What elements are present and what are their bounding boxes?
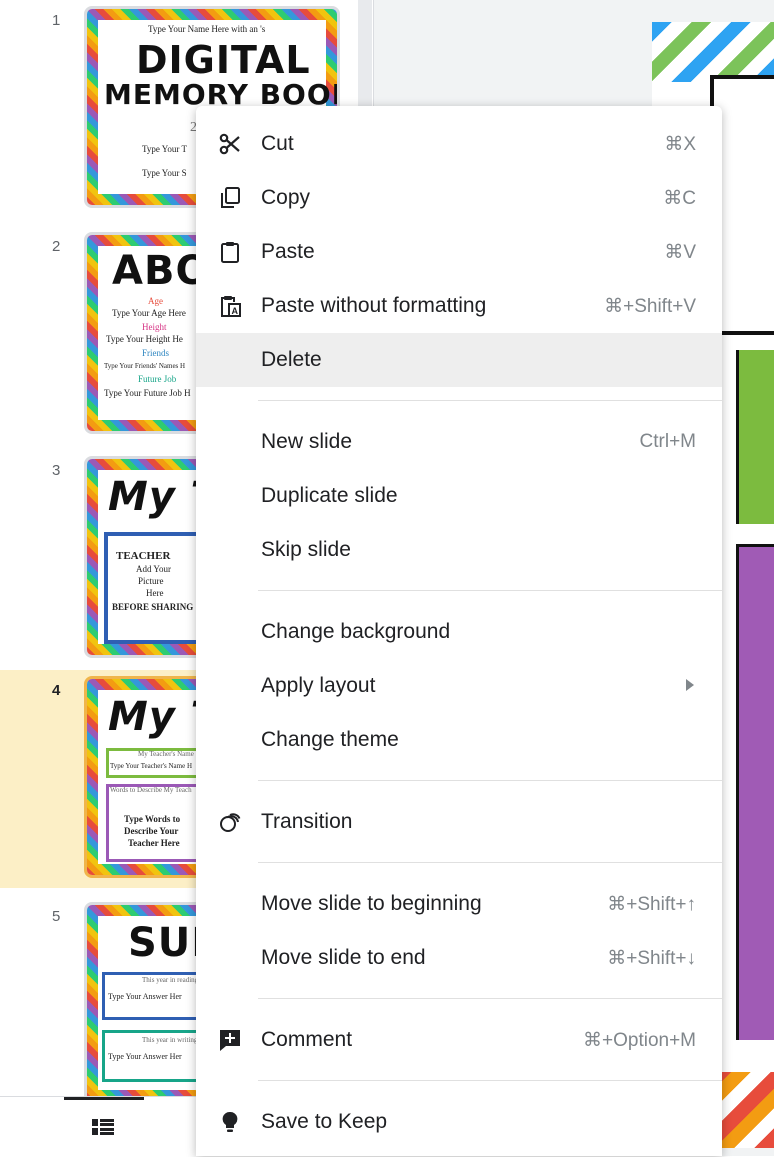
paste-plain-icon: A: [221, 296, 241, 317]
menu-separator: [258, 998, 722, 999]
thumb-text: Teacher Here: [128, 838, 180, 848]
menu-item-paste[interactable]: Paste ⌘V: [196, 225, 722, 279]
thumb-text: Height: [142, 322, 167, 332]
thumb-text: Type Your Teacher's Name H: [110, 762, 192, 770]
menu-item-copy[interactable]: Copy ⌘C: [196, 171, 722, 225]
grid-view-icon[interactable]: [92, 1119, 114, 1135]
lightbulb-icon: [222, 1111, 238, 1132]
thumb-text: Add Your: [136, 564, 172, 574]
thumb-text: TEACHER: [116, 550, 171, 562]
thumb-heading: DIGITAL: [136, 38, 311, 82]
menu-shortcut: ⌘X: [664, 134, 696, 155]
thumb-text: Words to Describe My Teach: [110, 786, 192, 794]
thumb-text: Type Your T: [142, 144, 187, 154]
menu-label: Copy: [261, 186, 311, 209]
thumb-text: BEFORE SHARING: [112, 602, 194, 612]
menu-label: Cut: [261, 132, 294, 155]
scissors-icon: [219, 133, 240, 155]
menu-item-move-slide-to-end[interactable]: Move slide to end ⌘+Shift+↓: [196, 931, 722, 985]
menu-label: Delete: [261, 348, 322, 371]
context-menu: Cut ⌘X Copy ⌘C Paste ⌘V A Paste without …: [196, 106, 722, 1156]
menu-item-skip-slide[interactable]: Skip slide: [196, 523, 722, 577]
slide-number: 1: [52, 12, 61, 29]
thumb-text: This year in writing: [142, 1036, 198, 1044]
menu-label: New slide: [261, 430, 353, 453]
add-comment-icon: [220, 1030, 240, 1051]
thumb-text: Future Job: [138, 374, 177, 384]
menu-label: Move slide to end: [261, 946, 426, 969]
menu-shortcut: ⌘C: [663, 188, 696, 209]
menu-item-paste-without-formatting[interactable]: A Paste without formatting ⌘+Shift+V: [196, 279, 722, 333]
clipboard-icon: [221, 242, 239, 263]
thumb-text: Type Your Answer Her: [108, 1052, 182, 1061]
menu-separator: [258, 400, 722, 401]
menu-label: Move slide to beginning: [261, 892, 482, 915]
slide-number: 5: [52, 908, 61, 925]
menu-item-change-background[interactable]: Change background: [196, 605, 722, 659]
menu-separator: [258, 862, 722, 863]
menu-label: Save to Keep: [261, 1110, 388, 1133]
menu-item-delete[interactable]: Delete: [196, 333, 722, 387]
menu-label: Paste without formatting: [261, 294, 487, 317]
menu-item-change-theme[interactable]: Change theme: [196, 713, 722, 767]
menu-label: Comment: [261, 1028, 353, 1051]
thumb-text: Type Words to: [124, 814, 181, 824]
menu-shortcut: ⌘+Shift+↑: [607, 894, 696, 915]
slide-number: 3: [52, 462, 61, 479]
thumb-text: Type Your Name Here with an 's: [148, 24, 266, 34]
canvas-purple-box: [736, 544, 774, 1040]
copy-icon: [221, 187, 240, 208]
menu-label: Change background: [261, 620, 451, 643]
menu-label: Transition: [261, 810, 353, 833]
menu-item-cut[interactable]: Cut ⌘X: [196, 117, 722, 171]
menu-item-save-to-keep[interactable]: Save to Keep: [196, 1095, 722, 1149]
thumb-text: This year in reading: [142, 976, 199, 984]
thumb-text: Type Your Height He: [106, 334, 183, 344]
menu-label: Duplicate slide: [261, 484, 398, 507]
thumb-text: Type Your S: [142, 168, 187, 178]
menu-item-move-slide-to-beginning[interactable]: Move slide to beginning ⌘+Shift+↑: [196, 877, 722, 931]
submenu-arrow-icon: [686, 679, 694, 691]
thumb-text: Type Your Future Job H: [104, 388, 191, 398]
menu-item-apply-layout[interactable]: Apply layout: [196, 659, 722, 713]
menu-item-comment[interactable]: Comment ⌘+Option+M: [196, 1013, 722, 1067]
thumb-text: Type Your Age Here: [112, 308, 186, 318]
transition-icon: [220, 813, 241, 832]
svg-text:A: A: [232, 306, 239, 316]
grid-view-indicator: [64, 1097, 144, 1100]
menu-label: Change theme: [261, 728, 399, 751]
menu-separator: [258, 590, 722, 591]
thumb-text: Here: [146, 588, 164, 598]
slide-number: 4: [52, 682, 61, 699]
menu-shortcut: ⌘+Option+M: [583, 1030, 696, 1051]
menu-item-transition[interactable]: Transition: [196, 795, 722, 849]
thumb-text: Friends: [142, 348, 169, 358]
thumb-text: Picture: [138, 576, 164, 586]
menu-shortcut: ⌘V: [664, 242, 696, 263]
menu-separator: [258, 780, 722, 781]
menu-item-duplicate-slide[interactable]: Duplicate slide: [196, 469, 722, 523]
thumb-text: Type Your Friends' Names H: [104, 362, 186, 370]
thumb-text: Age: [148, 296, 163, 306]
menu-separator: [258, 1080, 722, 1081]
menu-shortcut: ⌘+Shift+↓: [607, 948, 696, 969]
canvas-green-box: [736, 350, 774, 524]
menu-label: Skip slide: [261, 538, 351, 561]
thumb-text: Describe Your: [124, 826, 179, 836]
menu-shortcut: Ctrl+M: [639, 431, 696, 452]
thumb-text: Type Your Answer Her: [108, 992, 182, 1001]
thumb-text: My Teacher's Name: [138, 750, 194, 758]
slide-number: 2: [52, 238, 61, 255]
menu-label: Paste: [261, 240, 315, 263]
menu-label: Apply layout: [261, 674, 376, 697]
menu-shortcut: ⌘+Shift+V: [604, 296, 696, 317]
menu-item-new-slide[interactable]: New slide Ctrl+M: [196, 415, 722, 469]
